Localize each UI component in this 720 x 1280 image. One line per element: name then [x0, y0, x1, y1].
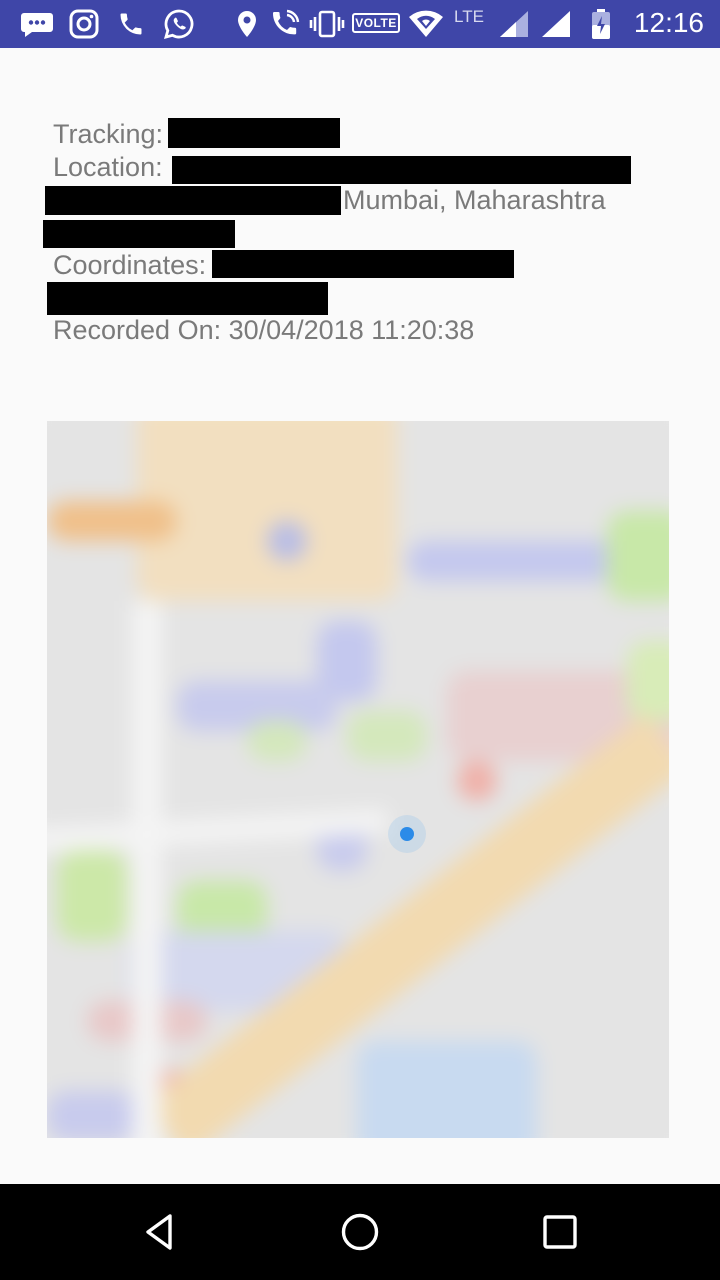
- wifi-icon: [408, 8, 444, 40]
- home-button[interactable]: [336, 1208, 384, 1256]
- recents-icon: [543, 1215, 577, 1249]
- volte-icon: VOLTE: [352, 13, 400, 33]
- whatsapp-icon: [163, 8, 195, 40]
- redacted-coordinates-line-2: [47, 282, 328, 315]
- signal-icon-2: [540, 8, 572, 40]
- content-area: Tracking: Location: Mumbai, Maharashtra …: [0, 48, 720, 1184]
- network-type-label: LTE: [454, 7, 484, 26]
- location-icon: [236, 8, 258, 40]
- back-button[interactable]: [136, 1208, 184, 1256]
- message-icon: [20, 8, 54, 40]
- tracking-label: Tracking:: [53, 119, 164, 149]
- navigation-bar: [0, 1184, 720, 1280]
- location-city: Mumbai, Maharashtra: [343, 185, 606, 215]
- redacted-location-line-2: [45, 186, 341, 215]
- clock: 12:16: [633, 7, 704, 38]
- map-view[interactable]: [47, 421, 669, 1138]
- vibrate-icon: [309, 8, 345, 40]
- back-icon: [146, 1214, 172, 1250]
- phone-icon: [117, 8, 145, 40]
- location-label: Location:: [53, 152, 163, 182]
- redacted-location-line-1: [172, 156, 631, 184]
- current-location-marker[interactable]: [400, 827, 414, 841]
- battery-icon: [590, 8, 612, 40]
- wifi-calling-icon: [270, 8, 300, 40]
- signal-icon: [498, 8, 530, 40]
- map-tiles: [47, 421, 669, 1138]
- redacted-tracking-id: [168, 118, 340, 148]
- recorded-on-text: Recorded On: 30/04/2018 11:20:38: [53, 315, 475, 345]
- redacted-coordinates-line-1: [212, 250, 514, 278]
- status-bar: VOLTE LTE 12:16: [0, 0, 720, 48]
- instagram-icon: [69, 8, 99, 40]
- home-icon: [341, 1213, 379, 1251]
- recents-button[interactable]: [536, 1208, 584, 1256]
- coordinates-label: Coordinates:: [53, 250, 207, 280]
- redacted-location-line-3: [43, 220, 235, 248]
